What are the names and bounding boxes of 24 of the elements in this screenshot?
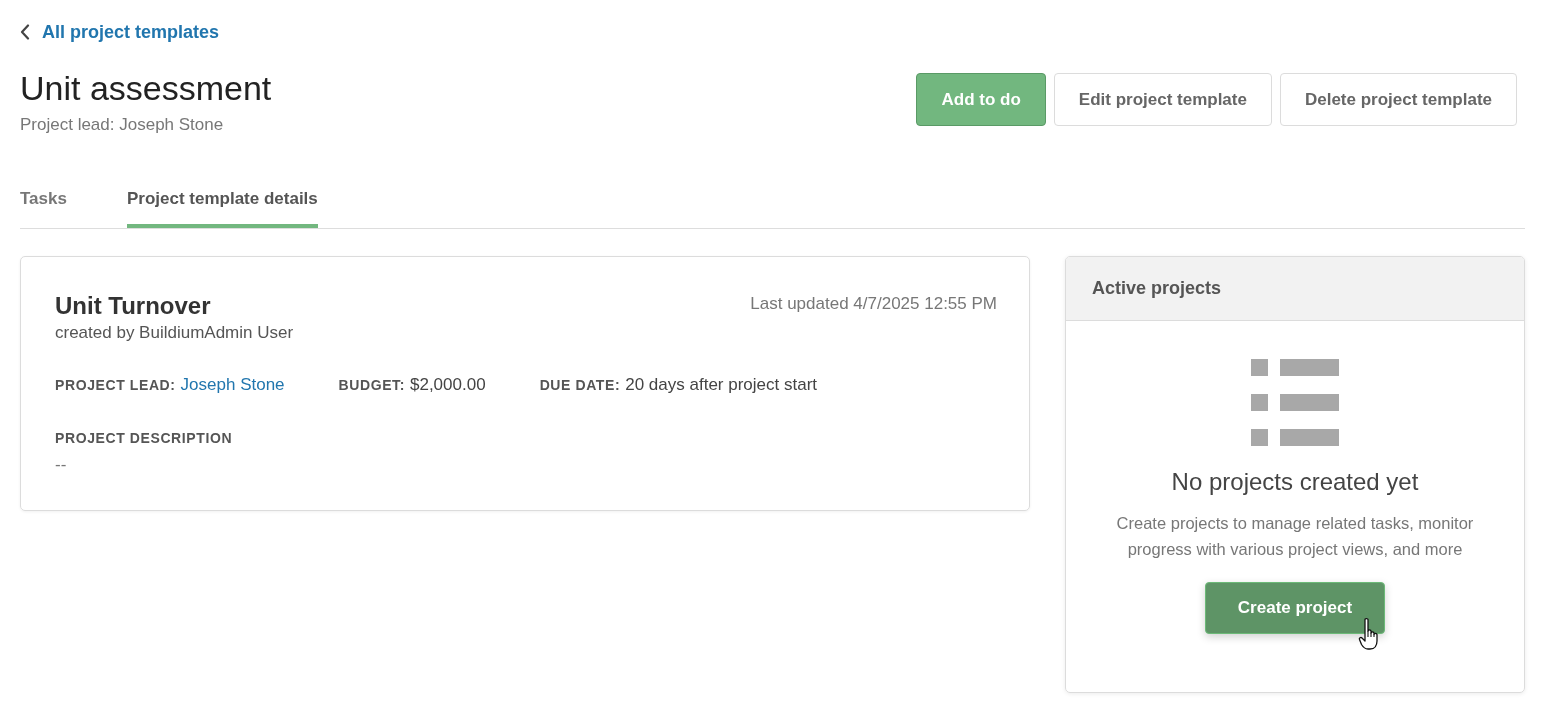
field-value: $2,000.00	[410, 375, 486, 395]
action-button[interactable]: Delete project template	[1279, 73, 1517, 126]
action-button[interactable]: Edit project template	[1053, 73, 1272, 126]
page-title: Unit assessment	[20, 68, 272, 108]
empty-state-text: Create projects to manage related tasks, monitor progress with various project views, and more	[1115, 513, 1475, 560]
empty-state-title: No projects created yet	[1171, 467, 1419, 497]
tab[interactable]: Tasks	[20, 189, 67, 228]
panel-title: Active projects	[1092, 278, 1222, 299]
description-label: PROJECT DESCRIPTION	[55, 429, 234, 447]
description-value: --	[55, 455, 68, 475]
back-link[interactable]: All project templates	[20, 21, 220, 43]
chevron-left-icon	[20, 24, 30, 40]
field-label: BUDGET:	[338, 377, 405, 393]
tab[interactable]: Project template details	[126, 189, 318, 228]
field-label: PROJECT LEAD:	[55, 377, 176, 393]
last-updated-text: Last updated 4/7/2025 12:55 PM	[750, 294, 997, 314]
list-icon	[1251, 359, 1339, 447]
field-value: 20 days after project start	[625, 375, 818, 395]
created-by-text: created by BuildiumAdmin User	[55, 323, 294, 343]
field-link[interactable]: Joseph Stone	[180, 375, 285, 395]
project-lead-subtitle: Project lead: Joseph Stone	[20, 115, 225, 135]
template-title: Unit Turnover	[55, 292, 212, 320]
create-project-button[interactable]: Create project	[1205, 582, 1385, 634]
field-label: DUE DATE:	[539, 377, 621, 393]
